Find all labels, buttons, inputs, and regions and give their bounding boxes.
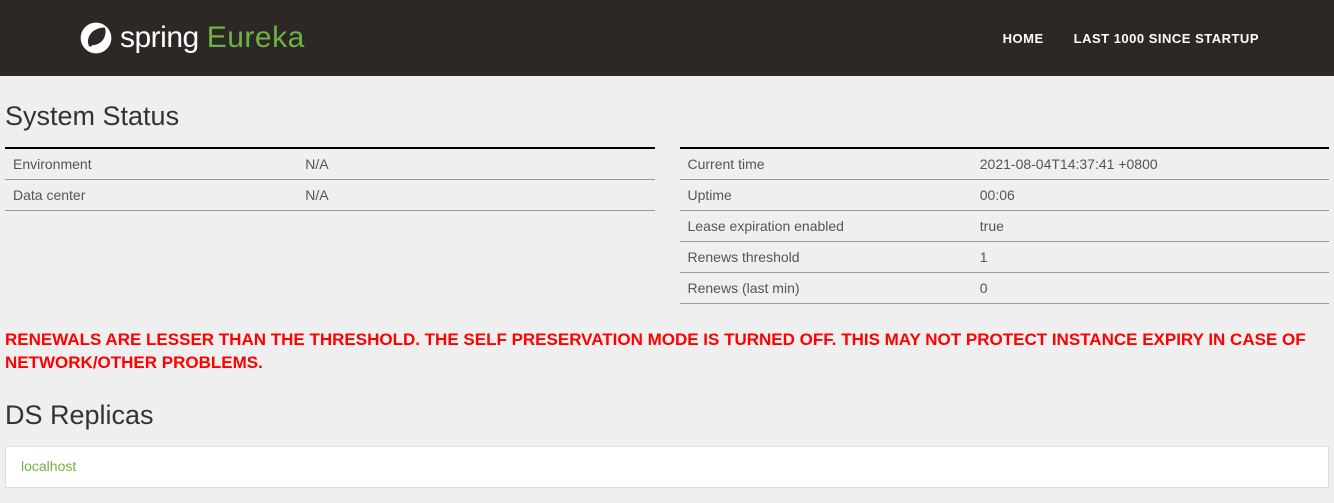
status-value: N/A bbox=[297, 180, 654, 211]
warning-message: RENEWALS ARE LESSER THAN THE THRESHOLD. … bbox=[5, 329, 1329, 375]
replica-link[interactable]: localhost bbox=[21, 458, 76, 474]
table-row: Data centerN/A bbox=[5, 180, 655, 211]
status-value: N/A bbox=[297, 148, 654, 180]
status-columns: EnvironmentN/AData centerN/A Current tim… bbox=[5, 147, 1329, 304]
status-value: 2021-08-04T14:37:41 +0800 bbox=[972, 148, 1329, 180]
brand[interactable]: spring Eureka bbox=[80, 21, 305, 55]
nav-home-link[interactable]: HOME bbox=[1003, 31, 1044, 46]
status-value: true bbox=[972, 211, 1329, 242]
table-row: EnvironmentN/A bbox=[5, 148, 655, 180]
nav-last1000-link[interactable]: LAST 1000 SINCE STARTUP bbox=[1074, 31, 1259, 46]
table-row: Renews threshold1 bbox=[680, 242, 1330, 273]
ds-replicas-heading: DS Replicas bbox=[5, 400, 1329, 431]
status-value: 00:06 bbox=[972, 180, 1329, 211]
status-label: Current time bbox=[680, 148, 972, 180]
status-label: Renews (last min) bbox=[680, 273, 972, 304]
brand-eureka-text: Eureka bbox=[207, 21, 305, 55]
table-row: Renews (last min)0 bbox=[680, 273, 1330, 304]
table-row: Uptime00:06 bbox=[680, 180, 1330, 211]
table-row: Current time2021-08-04T14:37:41 +0800 bbox=[680, 148, 1330, 180]
replicas-box: localhost bbox=[5, 446, 1329, 488]
status-value: 0 bbox=[972, 273, 1329, 304]
brand-spring-text: spring bbox=[120, 21, 199, 55]
nav-links: HOME LAST 1000 SINCE STARTUP bbox=[1003, 31, 1259, 46]
spring-logo-icon bbox=[80, 22, 112, 54]
system-status-heading: System Status bbox=[5, 101, 1329, 132]
status-table-left: EnvironmentN/AData centerN/A bbox=[5, 147, 655, 211]
status-label: Data center bbox=[5, 180, 297, 211]
status-label: Environment bbox=[5, 148, 297, 180]
status-label: Uptime bbox=[680, 180, 972, 211]
status-label: Renews threshold bbox=[680, 242, 972, 273]
main-container: System Status EnvironmentN/AData centerN… bbox=[0, 101, 1334, 488]
navbar: spring Eureka HOME LAST 1000 SINCE START… bbox=[0, 0, 1334, 76]
table-row: Lease expiration enabledtrue bbox=[680, 211, 1330, 242]
status-table-right: Current time2021-08-04T14:37:41 +0800Upt… bbox=[680, 147, 1330, 304]
status-value: 1 bbox=[972, 242, 1329, 273]
status-label: Lease expiration enabled bbox=[680, 211, 972, 242]
